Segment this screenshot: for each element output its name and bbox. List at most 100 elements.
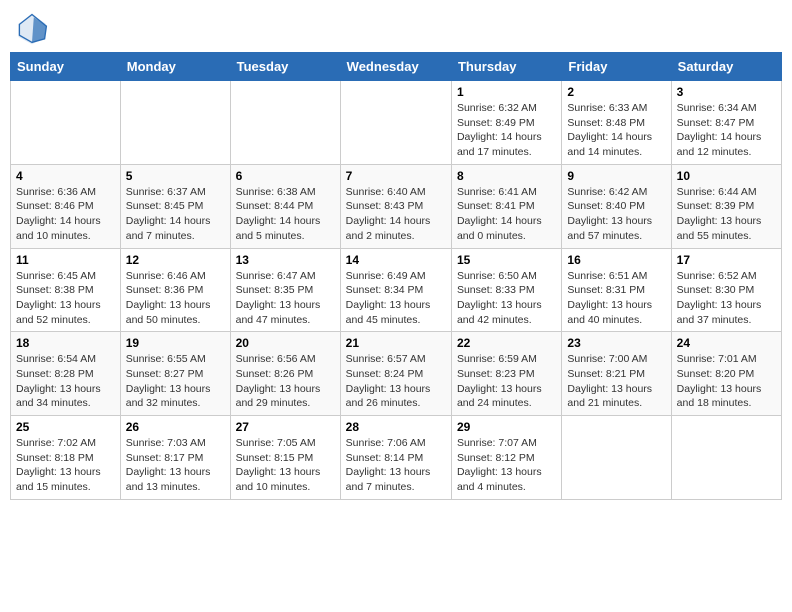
calendar-table: SundayMondayTuesdayWednesdayThursdayFrid…: [10, 52, 782, 500]
header-row: SundayMondayTuesdayWednesdayThursdayFrid…: [11, 53, 782, 81]
day-cell: 23Sunrise: 7:00 AM Sunset: 8:21 PM Dayli…: [562, 332, 671, 416]
day-info: Sunrise: 6:40 AM Sunset: 8:43 PM Dayligh…: [346, 185, 446, 244]
column-header-wednesday: Wednesday: [340, 53, 451, 81]
day-info: Sunrise: 6:51 AM Sunset: 8:31 PM Dayligh…: [567, 269, 665, 328]
page-header: [10, 10, 782, 46]
day-cell: 29 Sunrise: 7:07 AM Sunset: 8:12 PM Dayli…: [451, 416, 561, 500]
day-number: 8: [457, 169, 556, 183]
day-info: Sunrise: 7:07 AM Sunset: 8:12 PM Dayligh…: [457, 436, 556, 495]
week-row-2: 4 Sunrise: 6:36 AM Sunset: 8:46 PM Daylig…: [11, 164, 782, 248]
day-info: Sunrise: 7:03 AM Sunset: 8:17 PM Dayligh…: [126, 436, 225, 495]
column-header-sunday: Sunday: [11, 53, 121, 81]
day-number: 11: [16, 253, 115, 267]
day-number: 7: [346, 169, 446, 183]
day-info: Sunrise: 6:33 AM Sunset: 8:48 PM Dayligh…: [567, 101, 665, 160]
logo: [14, 10, 54, 46]
day-cell: [11, 81, 121, 165]
day-number: 29: [457, 420, 556, 434]
day-number: 22: [457, 336, 556, 350]
column-header-thursday: Thursday: [451, 53, 561, 81]
day-info: Sunrise: 7:00 AM Sunset: 8:21 PM Dayligh…: [567, 352, 665, 411]
day-cell: 22 Sunrise: 6:59 AM Sunset: 8:23 PM Dayli…: [451, 332, 561, 416]
day-number: 6: [236, 169, 335, 183]
week-row-4: 18 Sunrise: 6:54 AM Sunset: 8:28 PM Dayli…: [11, 332, 782, 416]
day-info: Sunrise: 6:32 AM Sunset: 8:49 PM Dayligh…: [457, 101, 556, 160]
column-header-saturday: Saturday: [671, 53, 781, 81]
day-info: Sunrise: 6:54 AM Sunset: 8:28 PM Dayligh…: [16, 352, 115, 411]
day-number: 1: [457, 85, 556, 99]
day-cell: 17 Sunrise: 6:52 AM Sunset: 8:30 PM Dayli…: [671, 248, 781, 332]
day-info: Sunrise: 6:56 AM Sunset: 8:26 PM Dayligh…: [236, 352, 335, 411]
day-info: Sunrise: 6:59 AM Sunset: 8:23 PM Dayligh…: [457, 352, 556, 411]
day-cell: 8 Sunrise: 6:41 AM Sunset: 8:41 PM Daylig…: [451, 164, 561, 248]
day-number: 26: [126, 420, 225, 434]
day-cell: 11 Sunrise: 6:45 AM Sunset: 8:38 PM Dayli…: [11, 248, 121, 332]
day-cell: 19 Sunrise: 6:55 AM Sunset: 8:27 PM Dayli…: [120, 332, 230, 416]
day-number: 18: [16, 336, 115, 350]
day-cell: 15Sunrise: 6:50 AM Sunset: 8:33 PM Dayli…: [451, 248, 561, 332]
day-info: Sunrise: 6:52 AM Sunset: 8:30 PM Dayligh…: [677, 269, 776, 328]
day-cell: 26 Sunrise: 7:03 AM Sunset: 8:17 PM Dayli…: [120, 416, 230, 500]
day-number: 17: [677, 253, 776, 267]
day-cell: 4 Sunrise: 6:36 AM Sunset: 8:46 PM Daylig…: [11, 164, 121, 248]
day-number: 14: [346, 253, 446, 267]
day-info: Sunrise: 6:41 AM Sunset: 8:41 PM Dayligh…: [457, 185, 556, 244]
day-info: Sunrise: 7:02 AM Sunset: 8:18 PM Dayligh…: [16, 436, 115, 495]
day-cell: 9Sunrise: 6:42 AM Sunset: 8:40 PM Daylig…: [562, 164, 671, 248]
day-number: 27: [236, 420, 335, 434]
day-cell: 20 Sunrise: 6:56 AM Sunset: 8:26 PM Dayli…: [230, 332, 340, 416]
day-number: 3: [677, 85, 776, 99]
week-row-5: 25 Sunrise: 7:02 AM Sunset: 8:18 PM Dayli…: [11, 416, 782, 500]
day-info: Sunrise: 6:37 AM Sunset: 8:45 PM Dayligh…: [126, 185, 225, 244]
day-cell: 13Sunrise: 6:47 AM Sunset: 8:35 PM Dayli…: [230, 248, 340, 332]
day-cell: [230, 81, 340, 165]
day-number: 25: [16, 420, 115, 434]
day-cell: 16 Sunrise: 6:51 AM Sunset: 8:31 PM Dayli…: [562, 248, 671, 332]
column-header-friday: Friday: [562, 53, 671, 81]
day-number: 20: [236, 336, 335, 350]
day-info: Sunrise: 6:44 AM Sunset: 8:39 PM Dayligh…: [677, 185, 776, 244]
day-info: Sunrise: 7:01 AM Sunset: 8:20 PM Dayligh…: [677, 352, 776, 411]
day-info: Sunrise: 6:55 AM Sunset: 8:27 PM Dayligh…: [126, 352, 225, 411]
day-cell: 5 Sunrise: 6:37 AM Sunset: 8:45 PM Daylig…: [120, 164, 230, 248]
day-number: 5: [126, 169, 225, 183]
day-number: 13: [236, 253, 335, 267]
day-info: Sunrise: 6:38 AM Sunset: 8:44 PM Dayligh…: [236, 185, 335, 244]
day-cell: 10 Sunrise: 6:44 AM Sunset: 8:39 PM Dayli…: [671, 164, 781, 248]
day-cell: 14 Sunrise: 6:49 AM Sunset: 8:34 PM Dayli…: [340, 248, 451, 332]
day-cell: 2 Sunrise: 6:33 AM Sunset: 8:48 PM Daylig…: [562, 81, 671, 165]
week-row-1: 1 Sunrise: 6:32 AM Sunset: 8:49 PM Daylig…: [11, 81, 782, 165]
day-info: Sunrise: 6:49 AM Sunset: 8:34 PM Dayligh…: [346, 269, 446, 328]
day-cell: 21 Sunrise: 6:57 AM Sunset: 8:24 PM Dayli…: [340, 332, 451, 416]
day-number: 10: [677, 169, 776, 183]
column-header-monday: Monday: [120, 53, 230, 81]
day-number: 16: [567, 253, 665, 267]
day-number: 12: [126, 253, 225, 267]
day-cell: [671, 416, 781, 500]
day-cell: 12 Sunrise: 6:46 AM Sunset: 8:36 PM Dayli…: [120, 248, 230, 332]
day-cell: 3 Sunrise: 6:34 AM Sunset: 8:47 PM Daylig…: [671, 81, 781, 165]
day-number: 2: [567, 85, 665, 99]
day-cell: 18 Sunrise: 6:54 AM Sunset: 8:28 PM Dayli…: [11, 332, 121, 416]
week-row-3: 11 Sunrise: 6:45 AM Sunset: 8:38 PM Dayli…: [11, 248, 782, 332]
day-number: 15: [457, 253, 556, 267]
day-number: 19: [126, 336, 225, 350]
day-number: 21: [346, 336, 446, 350]
day-cell: 1 Sunrise: 6:32 AM Sunset: 8:49 PM Daylig…: [451, 81, 561, 165]
day-info: Sunrise: 6:36 AM Sunset: 8:46 PM Dayligh…: [16, 185, 115, 244]
day-info: Sunrise: 6:57 AM Sunset: 8:24 PM Dayligh…: [346, 352, 446, 411]
day-info: Sunrise: 6:46 AM Sunset: 8:36 PM Dayligh…: [126, 269, 225, 328]
day-cell: 24Sunrise: 7:01 AM Sunset: 8:20 PM Dayli…: [671, 332, 781, 416]
day-cell: 6 Sunrise: 6:38 AM Sunset: 8:44 PM Daylig…: [230, 164, 340, 248]
day-info: Sunrise: 7:06 AM Sunset: 8:14 PM Dayligh…: [346, 436, 446, 495]
day-cell: [562, 416, 671, 500]
day-number: 28: [346, 420, 446, 434]
logo-icon: [14, 10, 50, 46]
day-info: Sunrise: 6:45 AM Sunset: 8:38 PM Dayligh…: [16, 269, 115, 328]
day-cell: 7 Sunrise: 6:40 AM Sunset: 8:43 PM Daylig…: [340, 164, 451, 248]
day-info: Sunrise: 6:34 AM Sunset: 8:47 PM Dayligh…: [677, 101, 776, 160]
day-number: 4: [16, 169, 115, 183]
column-header-tuesday: Tuesday: [230, 53, 340, 81]
day-info: Sunrise: 6:42 AM Sunset: 8:40 PM Dayligh…: [567, 185, 665, 244]
day-cell: [340, 81, 451, 165]
